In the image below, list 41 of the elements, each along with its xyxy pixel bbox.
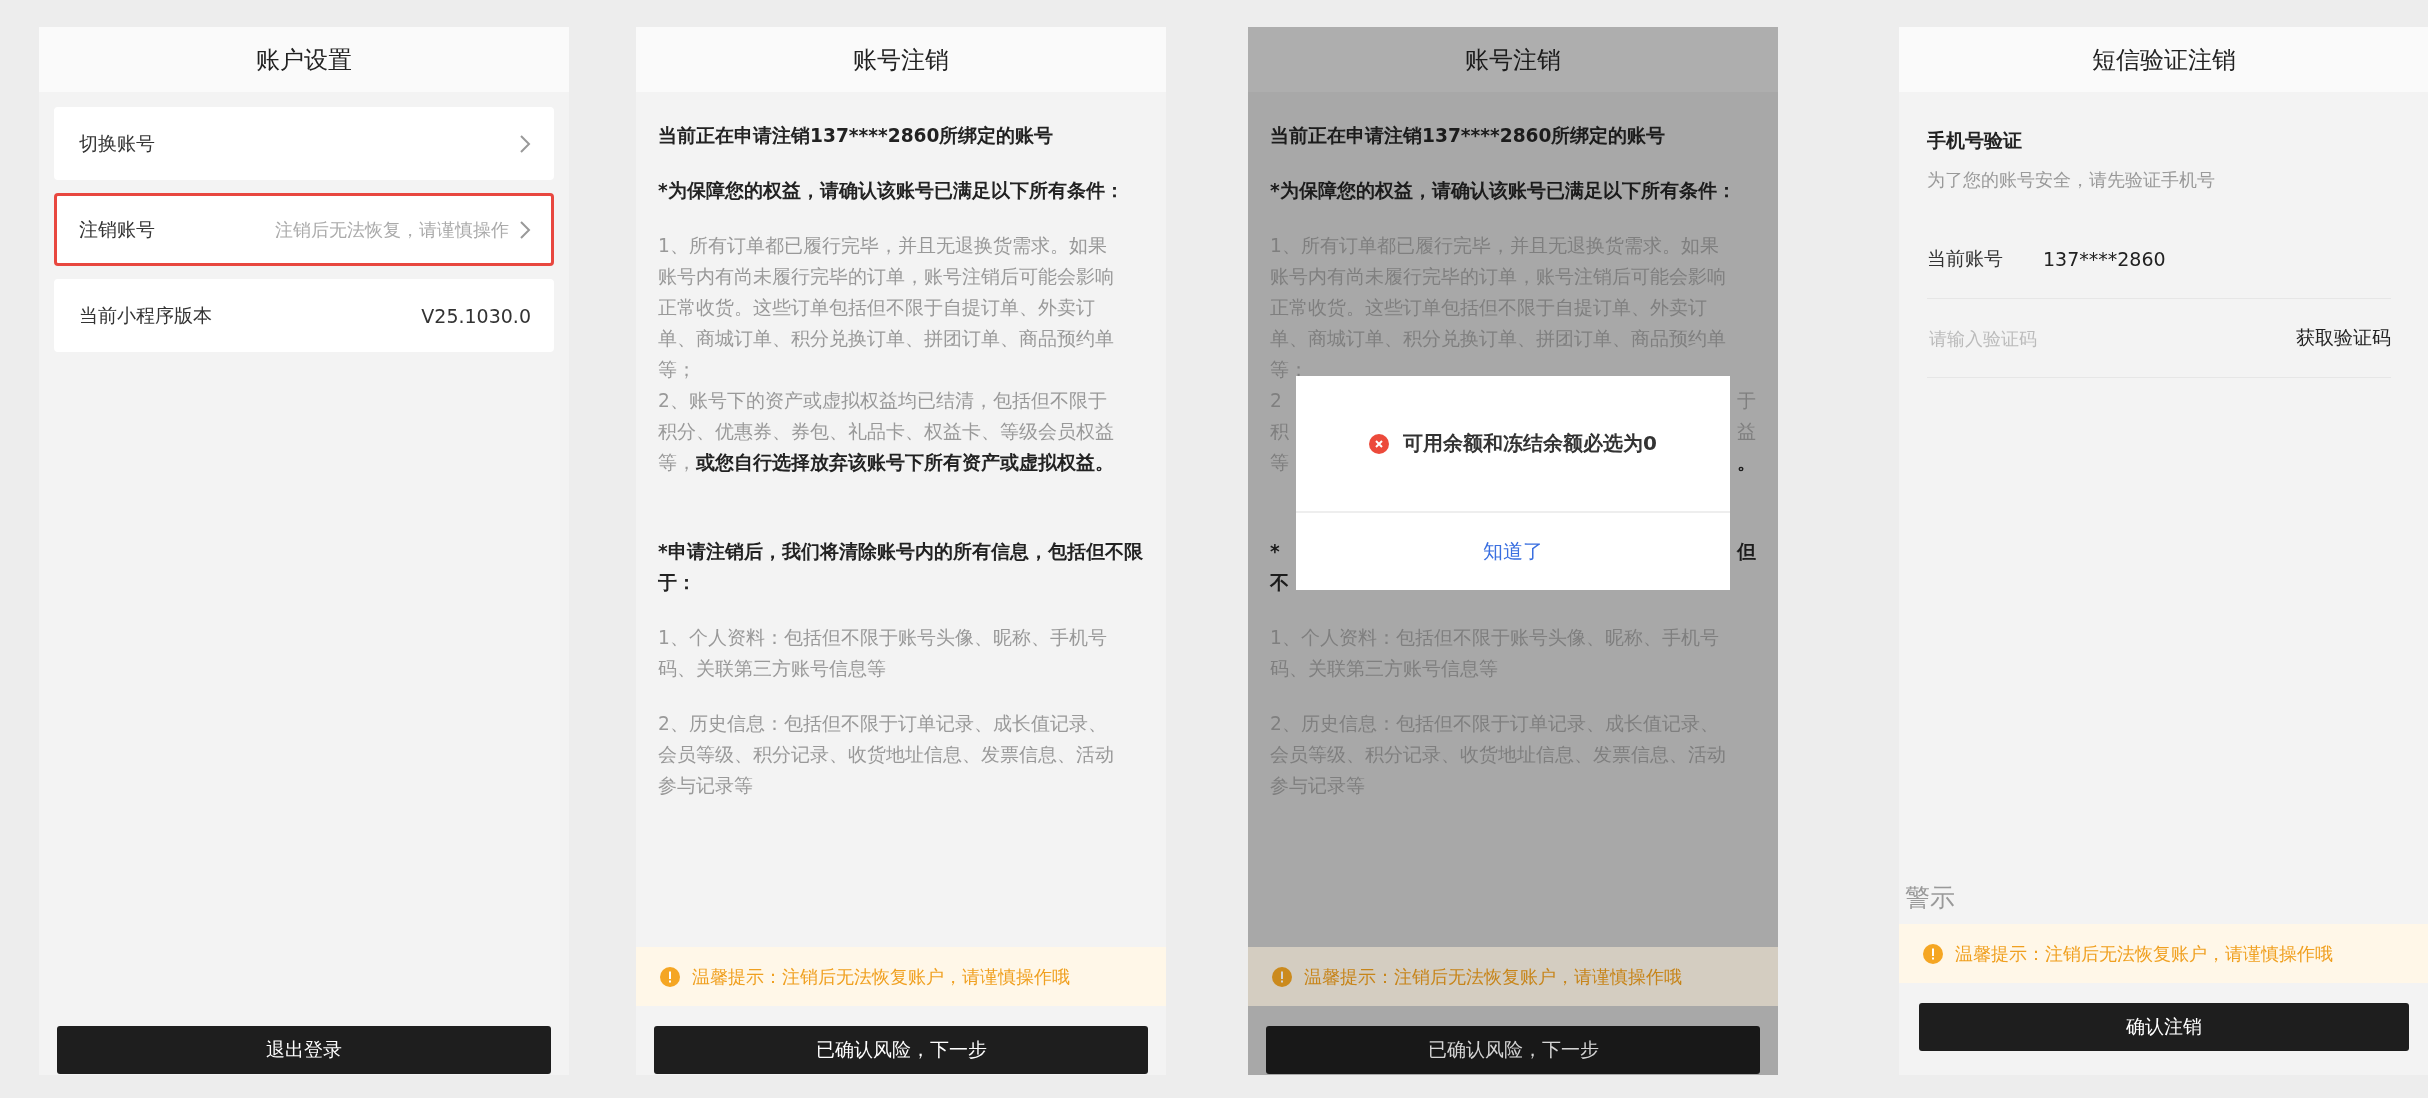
chevron-right-icon [519, 219, 531, 240]
confirm-button[interactable]: 确认注销 [1919, 1003, 2409, 1051]
dialog-message: 可用余额和冻结余额必选为0 [1403, 430, 1657, 457]
page-title: 账号注销 [1248, 27, 1778, 92]
code-input-field[interactable]: 请输入验证码 [1927, 326, 2256, 350]
notice-paragraph: 1、个人资料：包括但不限于账号头像、昵称、手机号码、关联第三方账号信息等 [658, 626, 1108, 681]
error-icon [1369, 433, 1390, 454]
notice-paragraph: 2、账号下的资产或虚拟权益均已结清，包括但不限于积分、优惠券、券包、礼品卡、权益卡、等级会员权益等，或您自行选择放弃该账号下所有资产或虚拟权益。 [658, 389, 1115, 475]
warning-text: 温馨提示：注销后无法恢复账户，请谨慎操作哦 [1304, 964, 1682, 989]
text-fragment: * [1270, 540, 1280, 564]
logout-button[interactable]: 退出登录 [57, 1026, 551, 1074]
account-label: 当前账号 [1927, 246, 2003, 271]
warning-icon [1272, 966, 1292, 987]
page-title: 账号注销 [636, 27, 1166, 92]
page-title: 短信验证注销 [1899, 27, 2428, 92]
settings-row[interactable]: 切换账号 [54, 107, 554, 180]
confirm-button[interactable]: 已确认风险，下一步 [654, 1026, 1148, 1074]
section-title: 手机号验证 [1927, 128, 2023, 153]
text-fragment: 不 [1270, 571, 1289, 595]
settings-row[interactable]: 当前小程序版本 V25.1030.0 [54, 279, 554, 352]
confirm-button[interactable]: 已确认风险，下一步 [1266, 1026, 1760, 1074]
caption-text: 警示 [1905, 882, 1956, 914]
notice-heading: 当前正在申请注销137****2860所绑定的账号 [1270, 124, 1667, 148]
notice-heading: *申请注销后，我们将清除账号内的所有信息，包括但不限于： [658, 540, 1144, 595]
warning-text: 温馨提示：注销后无法恢复账户，请谨慎操作哦 [1955, 941, 2333, 966]
notice-heading: *为保障您的权益，请确认该账号已满足以下所有条件： [658, 179, 1125, 203]
warning-icon [660, 966, 680, 987]
notice-heading: 当前正在申请注销137****2860所绑定的账号 [658, 124, 1055, 148]
settings-row[interactable]: 注销账号 注销后无法恢复，请谨慎操作 [54, 193, 554, 266]
warning-icon [1923, 943, 1943, 964]
text-fragment: 。 [1737, 451, 1756, 475]
notice-paragraph: 1、所有订单都已履行完毕，并且无退换货需求。如果账号内有尚未履行完毕的订单，账号注销后可能会影响正常收货。这些订单包括但不限于自提订单、外卖订单、商城订单、积分兑换订单、拼团订单、商品预约单等； [658, 234, 1115, 382]
text-fragment: 但 [1737, 540, 1756, 564]
chevron-right-icon [519, 133, 531, 154]
notice-heading: *为保障您的权益，请确认该账号已满足以下所有条件： [1270, 179, 1737, 203]
get-code-button[interactable]: 获取验证码 [2296, 325, 2391, 351]
warning-text: 温馨提示：注销后无法恢复账户，请谨慎操作哦 [692, 964, 1070, 989]
notice-paragraph: 2、历史信息：包括但不限于订单记录、成长值记录、会员等级、积分记录、收货地址信息、发票信息、活动参与记录等 [658, 712, 1115, 798]
account-value: 137****2860 [2043, 248, 2166, 270]
section-hint: 为了您的账号安全，请先验证手机号 [1927, 168, 2216, 192]
page-title: 账户设置 [39, 27, 569, 92]
